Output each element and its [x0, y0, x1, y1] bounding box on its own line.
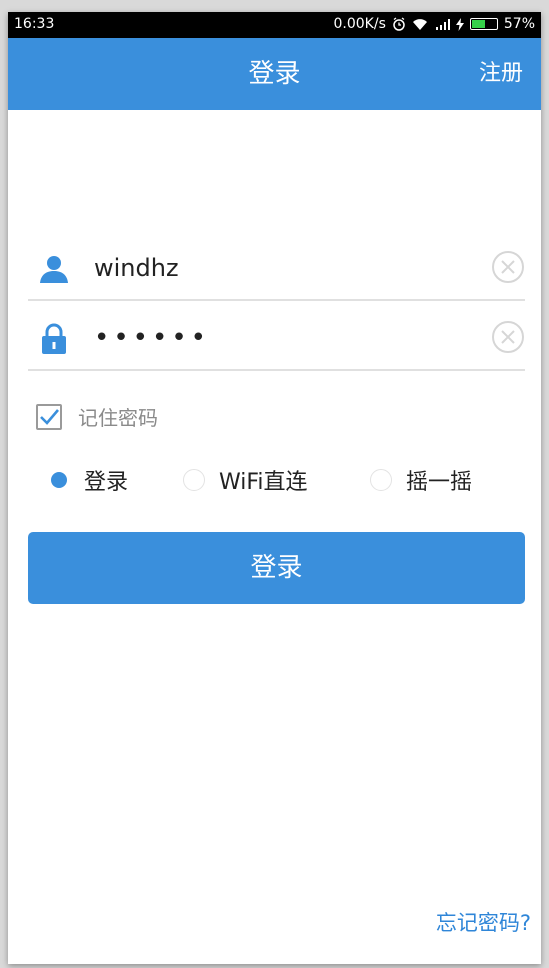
lock-icon	[38, 323, 70, 355]
radio-dot	[183, 469, 205, 491]
mode-login-radio[interactable]: 登录	[48, 464, 128, 496]
page-title: 登录	[248, 59, 301, 89]
radio-dot	[48, 469, 70, 491]
password-row	[28, 307, 525, 371]
mode-label: 摇一摇	[406, 470, 473, 495]
mode-shake-radio[interactable]: 摇一摇	[370, 464, 472, 496]
battery-percent: 57%	[503, 16, 535, 32]
clear-icon[interactable]	[491, 320, 525, 354]
remember-password-toggle[interactable]: 记住密码	[36, 402, 158, 431]
password-input[interactable]	[94, 317, 474, 359]
alarm-icon	[392, 17, 406, 31]
battery-icon	[469, 18, 498, 30]
username-row	[28, 237, 525, 301]
register-button[interactable]: 注册	[479, 38, 523, 110]
mode-wifi-radio[interactable]: WiFi直连	[183, 464, 308, 496]
user-icon	[38, 253, 70, 285]
radio-dot	[370, 469, 392, 491]
login-button[interactable]: 登录	[28, 532, 525, 604]
status-right-group: 0.00K/s 57%	[334, 16, 536, 32]
app-bar: 登录 注册	[8, 38, 541, 110]
phone-screen: 16:33 0.00K/s 57% 登录 注册 windhz •••••• 记住…	[8, 12, 541, 964]
status-time: 16:33	[14, 16, 55, 32]
remember-label: 记住密码	[78, 406, 158, 430]
mode-label: 登录	[84, 470, 129, 495]
charging-icon	[455, 17, 464, 31]
signal-icon	[434, 18, 450, 30]
wifi-icon	[412, 18, 428, 31]
clear-icon[interactable]	[491, 250, 525, 284]
mode-label: WiFi直连	[219, 470, 308, 495]
status-bar: 16:33 0.00K/s 57%	[8, 12, 541, 38]
net-speed: 0.00K/s	[333, 16, 386, 32]
battery-fill	[471, 20, 485, 28]
username-input[interactable]	[94, 247, 474, 289]
login-mode-group: 登录 WiFi直连 摇一摇	[48, 464, 518, 496]
forgot-password-link[interactable]: 忘记密码?	[436, 907, 531, 937]
remember-checkbox[interactable]	[36, 403, 62, 430]
